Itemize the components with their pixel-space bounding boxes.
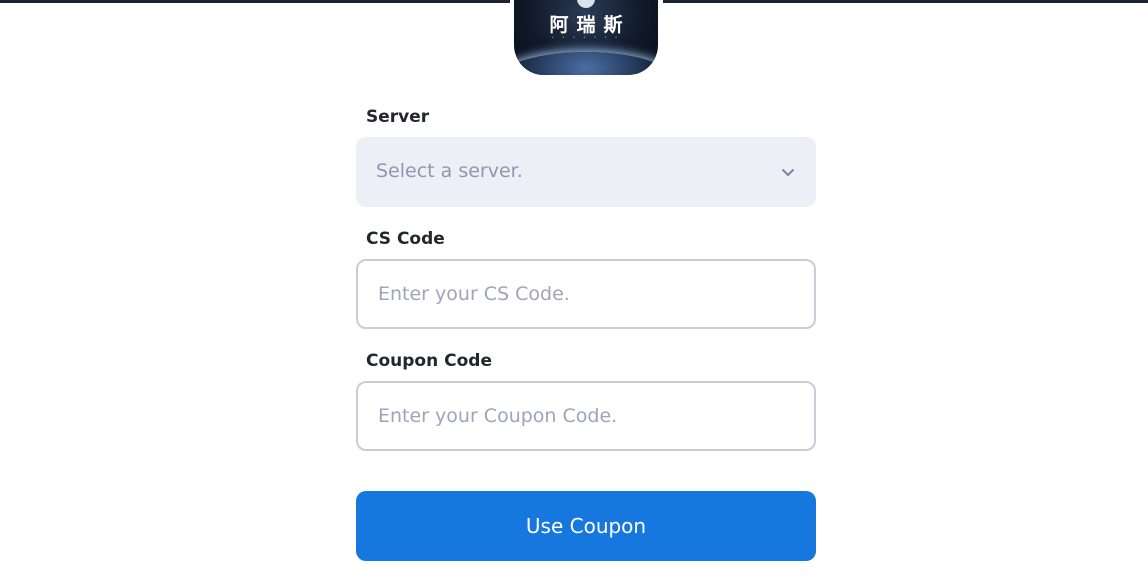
server-label: Server xyxy=(366,107,430,127)
top-bar-right xyxy=(663,0,1148,3)
server-select[interactable]: Select a server. xyxy=(356,137,816,207)
logo-emblem-icon xyxy=(577,0,595,8)
top-bar-left xyxy=(0,0,510,3)
use-coupon-button[interactable]: Use Coupon xyxy=(356,491,816,561)
cs-code-input[interactable] xyxy=(356,259,816,329)
logo-dots: • • • • • • • xyxy=(551,35,621,41)
game-logo: 阿瑞斯 • • • • • • • xyxy=(514,0,658,75)
coupon-code-input[interactable] xyxy=(356,381,816,451)
server-select-value: Select a server. xyxy=(376,160,523,182)
coupon-code-label: Coupon Code xyxy=(366,351,492,371)
logo-text: 阿瑞斯 xyxy=(549,14,631,36)
cs-code-label: CS Code xyxy=(366,229,445,249)
chevron-down-icon xyxy=(782,169,794,176)
logo-planet xyxy=(514,52,658,75)
